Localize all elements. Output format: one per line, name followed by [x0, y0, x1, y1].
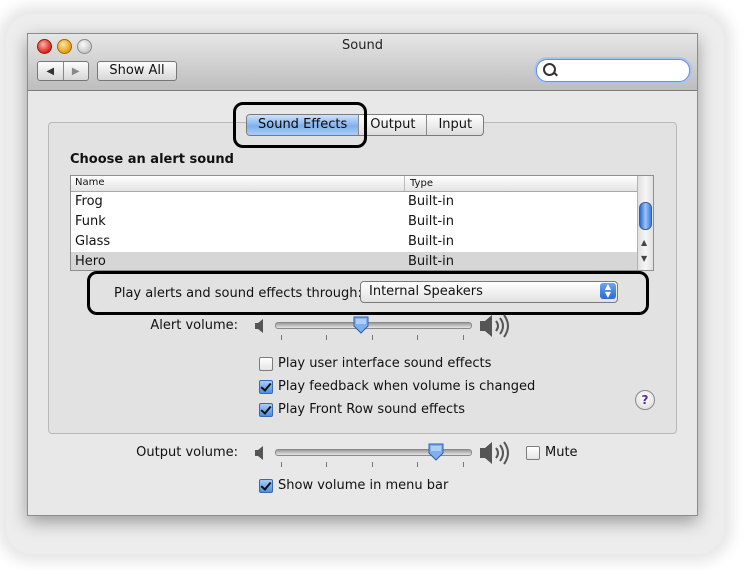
window-title: Sound	[342, 38, 383, 53]
help-icon[interactable]: ?	[635, 390, 655, 410]
show-all-button[interactable]: Show All	[97, 61, 177, 81]
highlight-outline-tab	[233, 102, 367, 148]
output-volume-label: Output volume:	[136, 445, 238, 460]
alert-volume-ticks	[281, 335, 464, 341]
row-type: Built-in	[408, 194, 455, 209]
table-row[interactable]: Glass Built-in	[71, 232, 637, 252]
check-icon[interactable]	[259, 379, 273, 394]
alert-sound-table[interactable]: Name Type Frog Built-in Funk Built-in Gl…	[70, 175, 654, 271]
forward-button[interactable]: ▶	[62, 62, 89, 80]
speaker-high-icon	[480, 441, 509, 465]
speaker-high-icon	[480, 314, 509, 338]
highlight-outline-output-device	[87, 271, 649, 315]
row-name: Hero	[75, 254, 106, 269]
row-type: Built-in	[408, 234, 455, 249]
column-header-name[interactable]: Name	[75, 177, 105, 188]
checkbox-feedback-volume[interactable]: Play feedback when volume is changed	[259, 379, 535, 394]
checkbox-box[interactable]	[526, 445, 540, 460]
title-bar: Sound ◀ ▶ Show All	[28, 34, 697, 91]
show-volume-menu-bar-checkbox[interactable]: Show volume in menu bar	[259, 478, 448, 493]
mute-label: Mute	[545, 445, 578, 460]
back-button[interactable]: ◀	[38, 62, 63, 80]
table-header: Name Type	[71, 176, 637, 192]
alert-volume-track[interactable]	[275, 322, 472, 329]
column-header-type[interactable]: Type	[404, 176, 433, 191]
alert-sound-heading: Choose an alert sound	[70, 152, 234, 167]
tab-input[interactable]: Input	[426, 115, 483, 135]
row-name: Frog	[75, 194, 103, 209]
row-name: Funk	[75, 214, 106, 229]
row-name: Glass	[75, 234, 111, 249]
alert-volume-slider-knob[interactable]	[353, 316, 369, 334]
checkbox-label: Play user interface sound effects	[278, 356, 492, 371]
row-type: Built-in	[408, 214, 455, 229]
check-icon[interactable]	[259, 478, 273, 493]
back-forward-control: ◀ ▶	[37, 61, 89, 81]
table-row[interactable]: Funk Built-in	[71, 212, 637, 232]
checkbox-label: Play feedback when volume is changed	[278, 379, 536, 394]
checkbox-label: Play Front Row sound effects	[278, 402, 465, 417]
table-row[interactable]: Frog Built-in	[71, 192, 637, 212]
output-volume-ticks	[281, 462, 464, 468]
table-row-selected[interactable]: Hero Built-in	[71, 252, 637, 270]
vertical-scrollbar[interactable]: ▲ ▼	[637, 176, 653, 270]
checkbox-box[interactable]	[259, 356, 273, 371]
scroll-thumb[interactable]	[639, 202, 652, 230]
checkbox-front-row[interactable]: Play Front Row sound effects	[259, 402, 465, 417]
sound-preferences-window: Sound ◀ ▶ Show All Sound Effects Output …	[27, 33, 698, 516]
output-volume-slider-knob[interactable]	[428, 443, 444, 461]
tab-output[interactable]: Output	[358, 115, 426, 135]
speaker-low-icon	[255, 319, 263, 333]
scroll-down-arrow-icon[interactable]: ▼	[641, 254, 647, 263]
mute-checkbox[interactable]: Mute	[526, 445, 578, 460]
check-icon[interactable]	[259, 402, 273, 417]
row-type: Built-in	[408, 254, 455, 269]
alert-volume-label: Alert volume:	[150, 318, 238, 333]
speaker-low-icon	[255, 446, 263, 460]
search-field[interactable]	[536, 59, 690, 82]
checkbox-ui-sound-effects[interactable]: Play user interface sound effects	[259, 356, 491, 371]
search-input[interactable]	[559, 62, 683, 80]
scroll-up-arrow-icon[interactable]: ▲	[641, 238, 647, 247]
search-icon	[543, 63, 556, 76]
checkbox-label: Show volume in menu bar	[278, 478, 449, 493]
